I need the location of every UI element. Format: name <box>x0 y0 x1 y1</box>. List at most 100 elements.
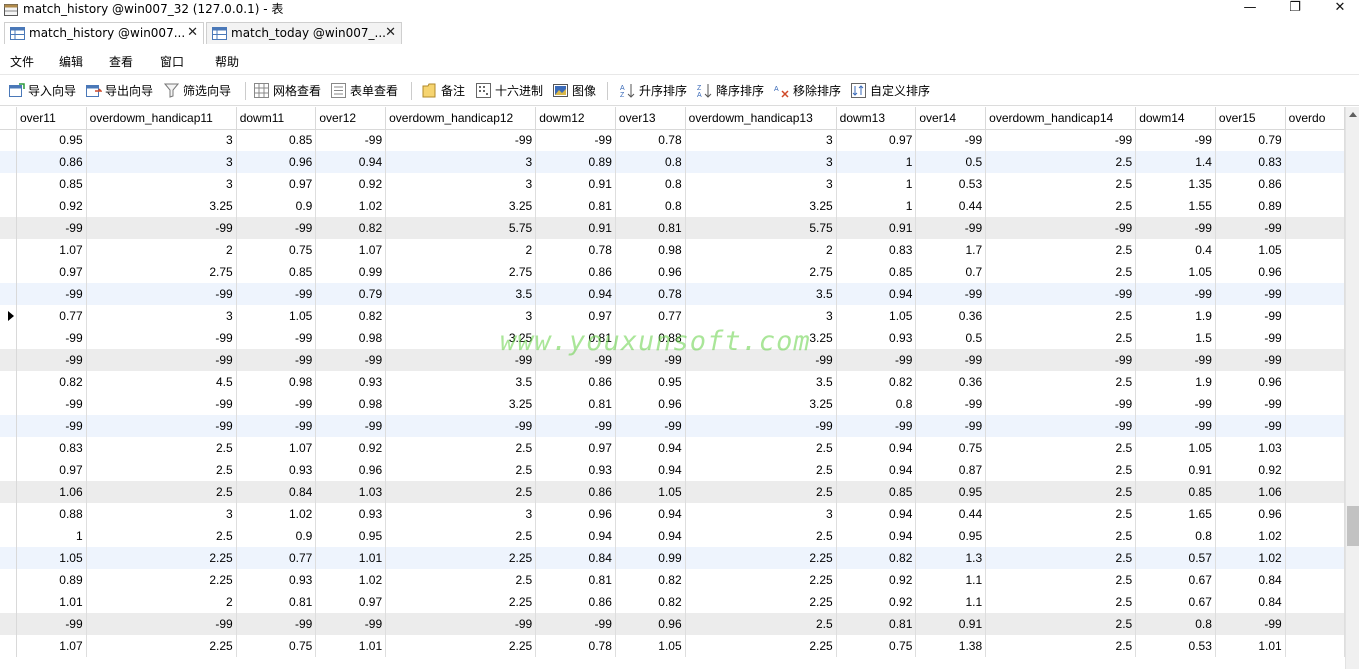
tab-match-history[interactable]: match_history @win007... ✕ <box>4 22 204 44</box>
table-cell[interactable]: 1.1 <box>915 569 987 591</box>
table-cell[interactable]: 0.97 <box>836 129 917 151</box>
row-indicator[interactable] <box>0 437 17 459</box>
row-indicator[interactable] <box>0 239 17 261</box>
table-cell[interactable]: -99 <box>315 349 387 371</box>
table-cell[interactable]: 0.94 <box>836 283 917 305</box>
minimize-button[interactable]: — <box>1227 0 1273 20</box>
table-cell[interactable]: 0.78 <box>535 239 616 261</box>
table-cell[interactable]: 0.96 <box>615 613 686 635</box>
table-cell[interactable]: 1.9 <box>1135 371 1216 393</box>
table-cell[interactable]: -99 <box>1135 393 1216 415</box>
row-indicator[interactable] <box>0 261 17 283</box>
table-cell[interactable]: -99 <box>236 393 317 415</box>
table-cell[interactable]: 2.5 <box>985 503 1137 525</box>
table-cell[interactable]: 0.96 <box>1215 503 1286 525</box>
table-cell[interactable]: 2.5 <box>985 525 1137 547</box>
table-cell[interactable]: 2.25 <box>685 547 837 569</box>
table-cell[interactable]: 0.77 <box>16 305 87 327</box>
table-cell[interactable]: -99 <box>1215 305 1286 327</box>
table-cell[interactable]: 2.5 <box>985 635 1137 657</box>
table-cell[interactable]: 0.94 <box>836 459 917 481</box>
table-cell[interactable]: 0.82 <box>615 591 686 613</box>
table-cell[interactable]: 0.93 <box>535 459 616 481</box>
table-cell[interactable]: 0.97 <box>535 305 616 327</box>
table-cell[interactable]: 2.5 <box>86 437 237 459</box>
table-row[interactable]: 1.01 2 0.81 0.97 2.25 0.86 0.82 2.25 0.92 1.1 2.5 0… <box>0 591 1345 613</box>
row-indicator[interactable] <box>0 613 17 635</box>
table-cell[interactable] <box>1285 261 1345 283</box>
table-cell[interactable]: 1 <box>16 525 87 547</box>
row-indicator[interactable] <box>0 481 17 503</box>
table-cell[interactable]: 0.85 <box>1135 481 1216 503</box>
table-cell[interactable]: 1.01 <box>315 635 387 657</box>
table-cell[interactable]: 2.5 <box>685 481 837 503</box>
table-cell[interactable]: 0.92 <box>315 173 387 195</box>
table-cell[interactable]: 2.5 <box>385 481 537 503</box>
table-cell[interactable]: 0.97 <box>315 591 387 613</box>
table-cell[interactable]: 3.5 <box>385 283 537 305</box>
table-cell[interactable]: 3.5 <box>385 371 537 393</box>
table-cell[interactable]: -99 <box>16 327 87 349</box>
table-cell[interactable]: 0.94 <box>836 437 917 459</box>
table-cell[interactable]: 2.25 <box>685 569 837 591</box>
import-wizard-button[interactable]: 导入向导 <box>9 81 76 101</box>
table-cell[interactable]: 0.44 <box>915 503 987 525</box>
table-cell[interactable]: 0.89 <box>1215 195 1286 217</box>
table-cell[interactable] <box>1285 525 1345 547</box>
table-cell[interactable]: 0.98 <box>615 239 686 261</box>
table-cell[interactable]: 0.78 <box>615 129 686 151</box>
row-indicator[interactable] <box>0 371 17 393</box>
table-cell[interactable] <box>1285 569 1345 591</box>
table-cell[interactable]: 0.89 <box>16 569 87 591</box>
table-cell[interactable]: 0.78 <box>615 283 686 305</box>
table-cell[interactable]: 0.85 <box>836 261 917 283</box>
table-cell[interactable]: 0.86 <box>16 151 87 173</box>
table-cell[interactable]: -99 <box>86 393 237 415</box>
table-cell[interactable]: 1.05 <box>16 547 87 569</box>
table-cell[interactable]: 0.92 <box>836 591 917 613</box>
table-cell[interactable]: 3.5 <box>685 371 837 393</box>
table-cell[interactable]: 0.91 <box>535 173 616 195</box>
table-cell[interactable]: 0.82 <box>615 569 686 591</box>
table-cell[interactable]: 0.97 <box>16 261 87 283</box>
table-cell[interactable]: 1.55 <box>1135 195 1216 217</box>
sort-desc-button[interactable]: ZA 降序排序 <box>697 81 764 101</box>
table-row[interactable]: -99 -99 -99 -99 -99 -99 0.96 2.5 0.81 0.91 2.5 0.8-… <box>0 613 1345 635</box>
table-cell[interactable]: 0.8 <box>1135 613 1216 635</box>
table-cell[interactable]: -99 <box>1135 217 1216 239</box>
table-cell[interactable]: 0.86 <box>535 591 616 613</box>
table-cell[interactable]: 3 <box>86 151 237 173</box>
table-cell[interactable]: 0.94 <box>315 151 387 173</box>
table-cell[interactable]: 1.07 <box>236 437 317 459</box>
table-cell[interactable]: 1.06 <box>16 481 87 503</box>
table-cell[interactable]: -99 <box>385 613 537 635</box>
table-row[interactable]: -99 -99 -99 0.82 5.75 0.91 0.81 5.75 0.91 -99 -99-… <box>0 217 1345 239</box>
table-cell[interactable]: 2.5 <box>985 569 1137 591</box>
table-cell[interactable]: 0.81 <box>615 217 686 239</box>
table-cell[interactable]: 0.95 <box>315 525 387 547</box>
table-cell[interactable]: 0.93 <box>236 569 317 591</box>
column-header[interactable]: over11 <box>16 107 87 130</box>
table-cell[interactable]: -99 <box>236 415 317 437</box>
table-cell[interactable]: 0.57 <box>1135 547 1216 569</box>
table-cell[interactable]: 0.36 <box>915 305 987 327</box>
table-cell[interactable]: -99 <box>915 393 987 415</box>
table-cell[interactable]: 2 <box>685 239 837 261</box>
table-cell[interactable]: 2.5 <box>985 239 1137 261</box>
table-cell[interactable]: 3 <box>685 503 837 525</box>
table-cell[interactable]: 1.65 <box>1135 503 1216 525</box>
table-cell[interactable]: 0.77 <box>236 547 317 569</box>
table-cell[interactable]: 0.94 <box>615 503 686 525</box>
table-cell[interactable]: 0.8 <box>615 173 686 195</box>
table-cell[interactable] <box>1285 283 1345 305</box>
row-indicator[interactable] <box>0 195 17 217</box>
table-cell[interactable]: 1.02 <box>315 195 387 217</box>
table-cell[interactable] <box>1285 393 1345 415</box>
table-cell[interactable]: 0.85 <box>16 173 87 195</box>
table-cell[interactable]: 3.25 <box>86 195 237 217</box>
table-cell[interactable]: -99 <box>385 415 537 437</box>
table-cell[interactable]: -99 <box>86 327 237 349</box>
table-cell[interactable]: 0.44 <box>915 195 987 217</box>
table-cell[interactable]: 3.5 <box>685 283 837 305</box>
table-cell[interactable]: 1.07 <box>16 635 87 657</box>
